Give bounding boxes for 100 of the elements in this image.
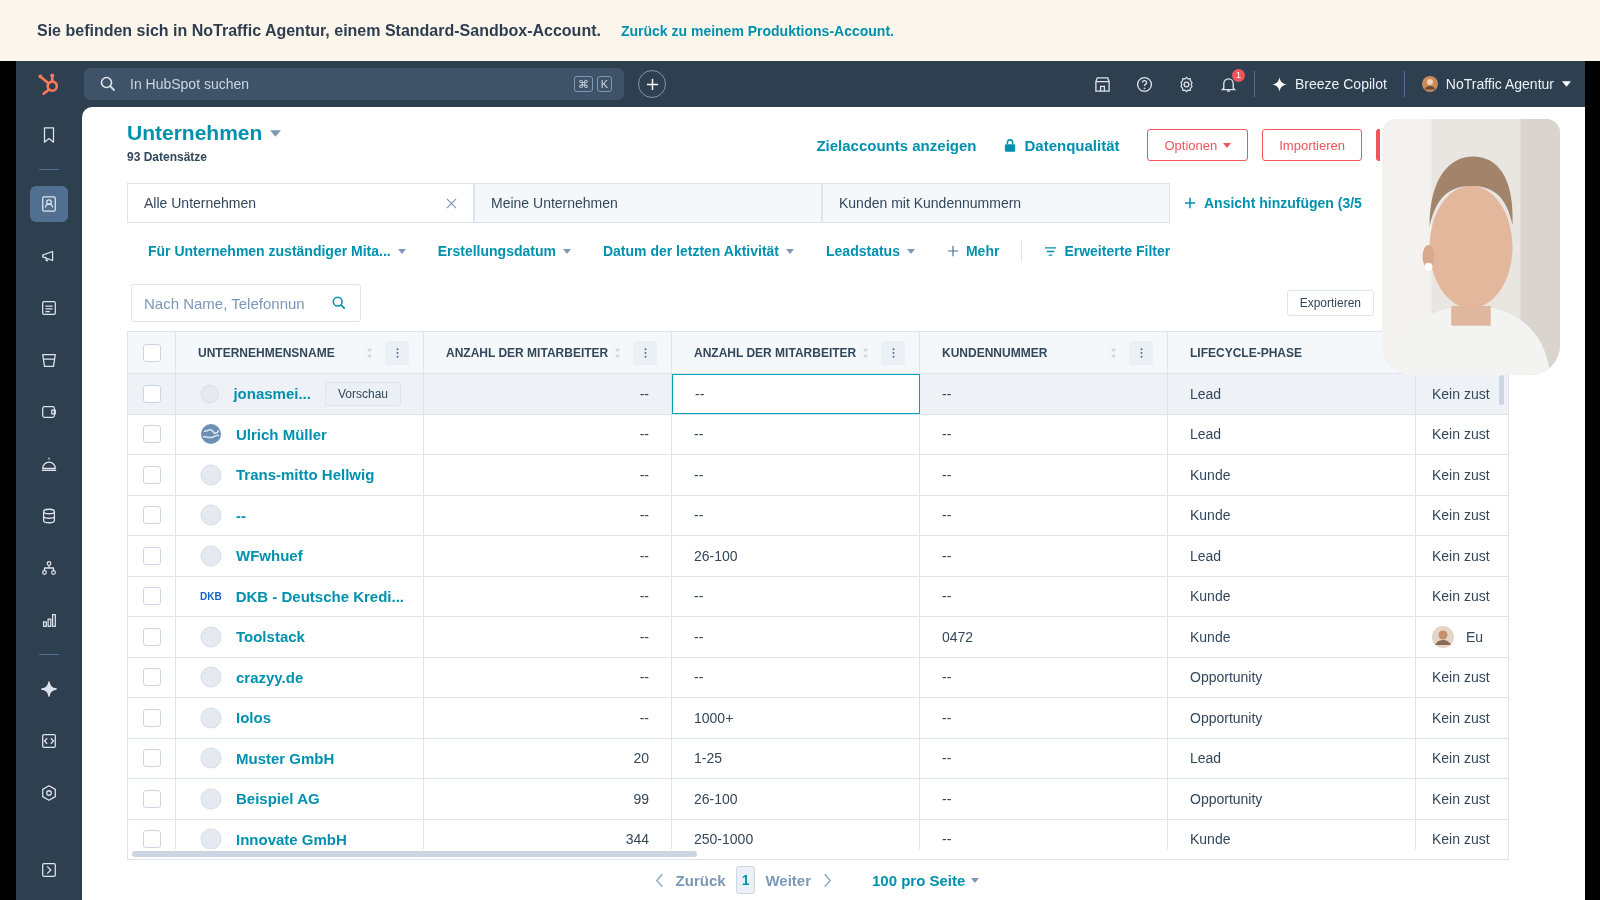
caret-icon[interactable] xyxy=(270,129,282,137)
contacts-nav-button[interactable] xyxy=(30,186,68,222)
more-filters-button[interactable]: Mehr xyxy=(946,243,1000,259)
sort-icon[interactable] xyxy=(366,346,373,359)
table-row[interactable]: DKB DKB - Deutsche Kredi... -- -- -- Kunde Kein zust xyxy=(128,576,1508,617)
view-tab[interactable]: Alle Unternehmen xyxy=(127,183,474,223)
sort-icon[interactable] xyxy=(614,346,622,359)
company-name-link[interactable]: Trans-mitto Hellwig xyxy=(236,466,375,484)
column-header[interactable]: ANZAHL DER MITARBEITER xyxy=(694,345,857,360)
search-icon[interactable] xyxy=(332,296,346,310)
sort-icon[interactable] xyxy=(862,346,870,359)
table-row[interactable]: Muster GmbH 20 1-25 -- Lead Kein zust xyxy=(128,738,1508,779)
previous-page-button[interactable]: Zurück xyxy=(654,871,726,889)
settings-icon[interactable] xyxy=(1178,75,1195,93)
filter-dropdown[interactable]: Erstellungsdatum xyxy=(437,243,571,259)
table-row[interactable]: Trans-mitto Hellwig -- -- -- Kunde Kein zust xyxy=(128,455,1508,496)
bucket-icon xyxy=(40,351,58,369)
company-name-link[interactable]: -- xyxy=(236,506,246,524)
target-accounts-link[interactable]: Zielaccounts anzeigen xyxy=(816,136,977,154)
company-name-link[interactable]: Toolstack xyxy=(236,628,305,646)
production-account-link[interactable]: Zurück zu meinem Produktions-Account. xyxy=(620,22,894,39)
row-checkbox[interactable] xyxy=(142,789,161,808)
export-button[interactable]: Exportieren xyxy=(1286,290,1374,316)
table-row[interactable]: Ulrich Müller -- -- -- Lead Kein zust xyxy=(128,414,1508,455)
sort-icon[interactable] xyxy=(1110,346,1117,359)
row-checkbox[interactable] xyxy=(142,627,161,646)
company-name-link[interactable]: WFwhuef xyxy=(236,547,303,565)
company-logo-placeholder-icon xyxy=(200,666,222,689)
options-dropdown-button[interactable]: Optionen xyxy=(1147,129,1249,161)
table-row[interactable]: Beispiel AG 99 26-100 -- Opportunity Kein zust xyxy=(128,779,1508,820)
row-checkbox[interactable] xyxy=(142,830,161,849)
table-cell: 0472 xyxy=(920,617,1168,657)
search-input[interactable]: In HubSpot suchen xyxy=(128,75,562,93)
row-checkbox[interactable] xyxy=(142,708,161,727)
table-cell: -- xyxy=(920,455,1168,495)
column-menu-button[interactable] xyxy=(633,340,657,365)
table-cell: -- xyxy=(424,495,672,535)
table-row[interactable]: jonasmei... Vorschau -- -- -- Lead Kein zust xyxy=(128,374,1508,415)
table-row[interactable]: Toolstack -- -- 0472 Kunde Eu xyxy=(128,617,1508,658)
company-name-link[interactable]: Ulrich Müller xyxy=(236,425,327,443)
select-all-checkbox[interactable] xyxy=(142,343,161,362)
table-cell: -- xyxy=(424,536,672,576)
account-menu-button[interactable]: NoTraffic Agentur xyxy=(1421,76,1571,92)
row-checkbox[interactable] xyxy=(142,384,161,403)
company-name-link[interactable]: jonasmei... xyxy=(233,385,311,403)
view-tab[interactable]: Meine Unternehmen xyxy=(474,183,822,223)
data-quality-link[interactable]: Datenqualität xyxy=(1004,136,1120,154)
row-checkbox[interactable] xyxy=(142,587,161,606)
company-name-link[interactable]: crazyy.de xyxy=(236,668,304,686)
column-header[interactable]: LIFECYCLE-PHASE xyxy=(1190,345,1302,360)
row-checkbox[interactable] xyxy=(142,749,161,768)
help-icon[interactable] xyxy=(1136,75,1153,93)
row-checkbox[interactable] xyxy=(142,465,161,484)
company-name-link[interactable]: Muster GmbH xyxy=(236,749,335,767)
horizontal-scrollbar[interactable] xyxy=(132,851,697,857)
table-cell-text: Kein zust xyxy=(1432,709,1490,726)
column-header[interactable]: ANZAHL DER MITARBEITER xyxy=(446,345,609,360)
column-menu-button[interactable] xyxy=(1129,340,1153,365)
store-icon[interactable] xyxy=(1094,75,1111,93)
company-name-link[interactable]: DKB - Deutsche Kredi... xyxy=(235,587,405,605)
table-row[interactable]: crazyy.de -- -- -- Opportunity Kein zust xyxy=(128,657,1508,698)
next-page-button[interactable]: Weiter xyxy=(765,871,832,889)
company-name-link[interactable]: Iolos xyxy=(236,709,271,727)
table-cell: -- xyxy=(920,536,1168,576)
company-name-link[interactable]: Beispiel AG xyxy=(236,790,320,808)
row-checkbox[interactable] xyxy=(142,425,161,444)
column-menu-button[interactable] xyxy=(385,340,409,365)
filter-dropdown[interactable]: Leadstatus xyxy=(826,243,915,259)
view-tab[interactable]: Kunden mit Kundennummern xyxy=(822,183,1170,223)
table-cell-text: Kein zust xyxy=(1432,466,1490,483)
close-icon[interactable] xyxy=(446,197,457,209)
page-size-dropdown[interactable]: 100 pro Seite xyxy=(872,871,980,889)
global-search-field[interactable]: In HubSpot suchen ⌘ K xyxy=(84,68,624,100)
page-title[interactable]: Unternehmen xyxy=(127,121,263,145)
import-button[interactable]: Importieren xyxy=(1262,129,1362,161)
current-page-number[interactable]: 1 xyxy=(735,866,756,894)
company-name-link[interactable]: Innovate GmbH xyxy=(236,830,347,848)
filter-dropdown[interactable]: Für Unternehmen zuständiger Mita... xyxy=(148,243,406,259)
row-checkbox[interactable] xyxy=(142,668,161,687)
column-header[interactable]: KUNDENNUMMER xyxy=(942,345,1048,360)
table-cell: Lead xyxy=(1168,536,1416,576)
create-button[interactable] xyxy=(1376,129,1380,161)
table-row[interactable]: WFwhuef -- 26-100 -- Lead Kein zust xyxy=(128,536,1508,577)
filter-dropdown[interactable]: Datum der letzten Aktivität xyxy=(602,243,795,259)
column-header[interactable]: UNTERNEHMENSNAME xyxy=(198,345,335,360)
preview-button[interactable]: Vorschau xyxy=(324,381,401,406)
vertical-scrollbar[interactable] xyxy=(1499,375,1504,405)
copilot-button[interactable]: Breeze Copilot xyxy=(1272,76,1387,92)
table-cell: -- xyxy=(672,576,920,616)
row-checkbox[interactable] xyxy=(142,506,161,525)
table-search-field[interactable]: Nach Name, Telefonnun xyxy=(131,284,361,322)
advanced-filters-button[interactable]: Erweiterte Filter xyxy=(1044,243,1171,259)
table-row[interactable]: -- -- -- -- Kunde Kein zust xyxy=(128,495,1508,536)
notification-bell-icon[interactable] xyxy=(1220,75,1237,93)
table-cell: -- xyxy=(672,495,920,535)
row-checkbox[interactable] xyxy=(142,546,161,565)
sparkle-icon xyxy=(1272,76,1287,92)
table-row[interactable]: Iolos -- 1000+ -- Opportunity Kein zust xyxy=(128,698,1508,739)
column-menu-button[interactable] xyxy=(881,340,905,365)
add-view-link[interactable]: Ansicht hinzufügen (3/5 xyxy=(1170,183,1362,223)
